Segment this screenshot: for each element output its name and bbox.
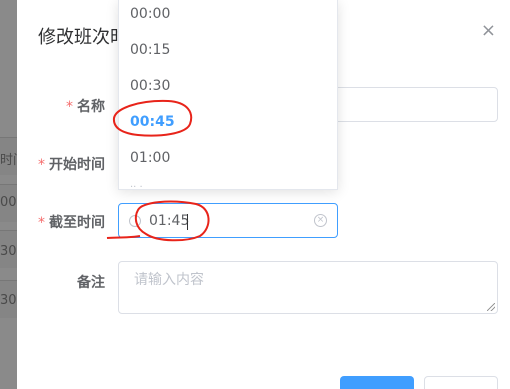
required-mark: * <box>66 99 73 115</box>
required-mark: * <box>38 157 45 173</box>
time-option[interactable]: 00:15 <box>130 42 170 58</box>
end-time-value: 01:45 <box>149 213 190 229</box>
time-option[interactable]: 01:00 <box>130 150 170 166</box>
table-cell: 30 <box>0 244 17 259</box>
time-option[interactable]: 00:00 <box>130 6 170 22</box>
table-cell: 30 <box>0 293 17 308</box>
time-option-selected[interactable]: 00:45 <box>130 114 175 130</box>
table-cell: 00 <box>0 195 17 210</box>
resize-handle[interactable] <box>487 303 495 311</box>
time-option-cutoff: ·· · <box>130 182 143 190</box>
time-dropdown: 00:00 00:15 00:30 00:45 01:00 ·· · <box>118 0 338 190</box>
clock-icon <box>129 215 141 227</box>
remark-placeholder: 请输入内容 <box>134 272 204 288</box>
confirm-button[interactable] <box>340 376 414 389</box>
close-icon[interactable]: × <box>481 20 496 41</box>
remark-textarea[interactable]: 请输入内容 <box>118 261 498 314</box>
start-time-label: * 开始时间 <box>38 157 105 173</box>
dialog-title: 修改班次时 <box>38 27 128 48</box>
text-caret <box>187 214 188 230</box>
clear-icon[interactable]: × <box>314 214 327 227</box>
end-time-picker[interactable]: 01:45 × <box>118 203 338 238</box>
remark-label: 备注 <box>77 275 105 291</box>
cancel-button[interactable] <box>424 376 498 389</box>
name-label: * 名称 <box>66 99 105 115</box>
required-mark: * <box>38 215 45 231</box>
end-time-label: * 截至时间 <box>38 215 105 231</box>
time-option[interactable]: 00:30 <box>130 78 170 94</box>
